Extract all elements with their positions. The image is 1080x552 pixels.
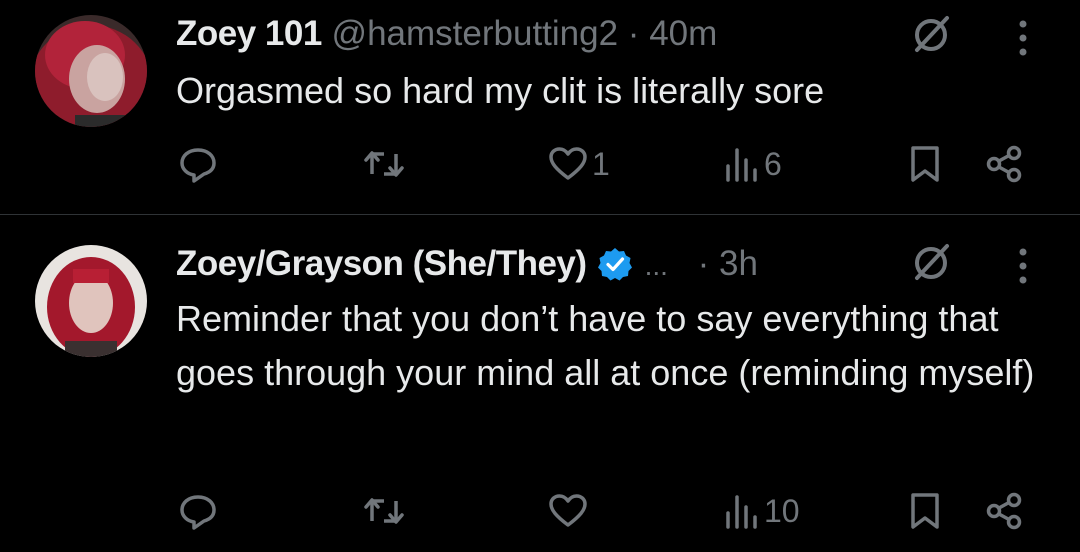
grok-button[interactable] [903, 6, 959, 62]
more-button[interactable] [1008, 10, 1038, 66]
repost-button[interactable] [362, 483, 406, 539]
tweet-header: Zoey 101 @hamsterbutting2 · 40m [176, 12, 717, 56]
reply-button[interactable] [178, 136, 218, 192]
grok-icon [915, 16, 949, 52]
reply-icon [180, 495, 216, 530]
share-button[interactable] [984, 136, 1024, 192]
like-count: 1 [592, 145, 610, 182]
reply-icon [180, 148, 216, 183]
more-icon [1019, 248, 1027, 284]
views-button[interactable]: 6 [724, 136, 782, 192]
grok-icon [915, 244, 949, 280]
heart-icon [549, 147, 587, 180]
bookmark-button[interactable] [908, 483, 942, 539]
share-icon [986, 492, 1022, 530]
share-icon [986, 145, 1022, 183]
repost-icon [364, 151, 404, 177]
more-button[interactable] [1008, 238, 1038, 294]
truncated-handle[interactable]: ... [645, 250, 668, 281]
like-button[interactable] [548, 483, 588, 539]
tweet-text: Reminder that you don’t have to say ever… [176, 298, 1035, 393]
more-icon [1019, 20, 1027, 56]
views-button[interactable]: 10 [724, 483, 800, 539]
tweet[interactable]: Zoey 101 @hamsterbutting2 · 40m Orgasmed… [0, 0, 1080, 214]
separator-dot: · [697, 244, 710, 283]
user-handle[interactable]: @hamsterbutting2 [332, 14, 619, 53]
grok-button[interactable] [903, 234, 959, 290]
timestamp[interactable]: 3h [719, 244, 758, 283]
views-icon [726, 148, 757, 182]
heart-icon [549, 494, 587, 527]
avatar[interactable] [35, 15, 147, 127]
tweet-header: Zoey/Grayson (She/They) ... · 3h [176, 242, 758, 286]
bookmark-icon [911, 146, 939, 182]
view-count: 6 [764, 145, 782, 182]
bookmark-icon [911, 493, 939, 529]
reply-button[interactable] [178, 483, 218, 539]
view-count: 10 [764, 492, 800, 529]
timestamp[interactable]: 40m [649, 14, 717, 53]
like-button[interactable]: 1 [548, 136, 610, 192]
repost-icon [364, 498, 404, 524]
tweet-text: Orgasmed so hard my clit is literally so… [176, 70, 825, 111]
separator-dot: · [627, 14, 640, 53]
repost-button[interactable] [362, 136, 406, 192]
action-bar: 1 6 [0, 136, 1080, 192]
verified-badge-icon [597, 247, 632, 281]
views-icon [726, 495, 757, 529]
bookmark-button[interactable] [908, 136, 942, 192]
display-name[interactable]: Zoey/Grayson (She/They) [176, 244, 587, 283]
action-bar: 10 [0, 483, 1080, 539]
tweet[interactable]: Zoey/Grayson (She/They) ... · 3h Reminde… [0, 215, 1080, 552]
avatar[interactable] [35, 245, 147, 357]
display-name[interactable]: Zoey 101 [176, 14, 322, 53]
share-button[interactable] [984, 483, 1024, 539]
